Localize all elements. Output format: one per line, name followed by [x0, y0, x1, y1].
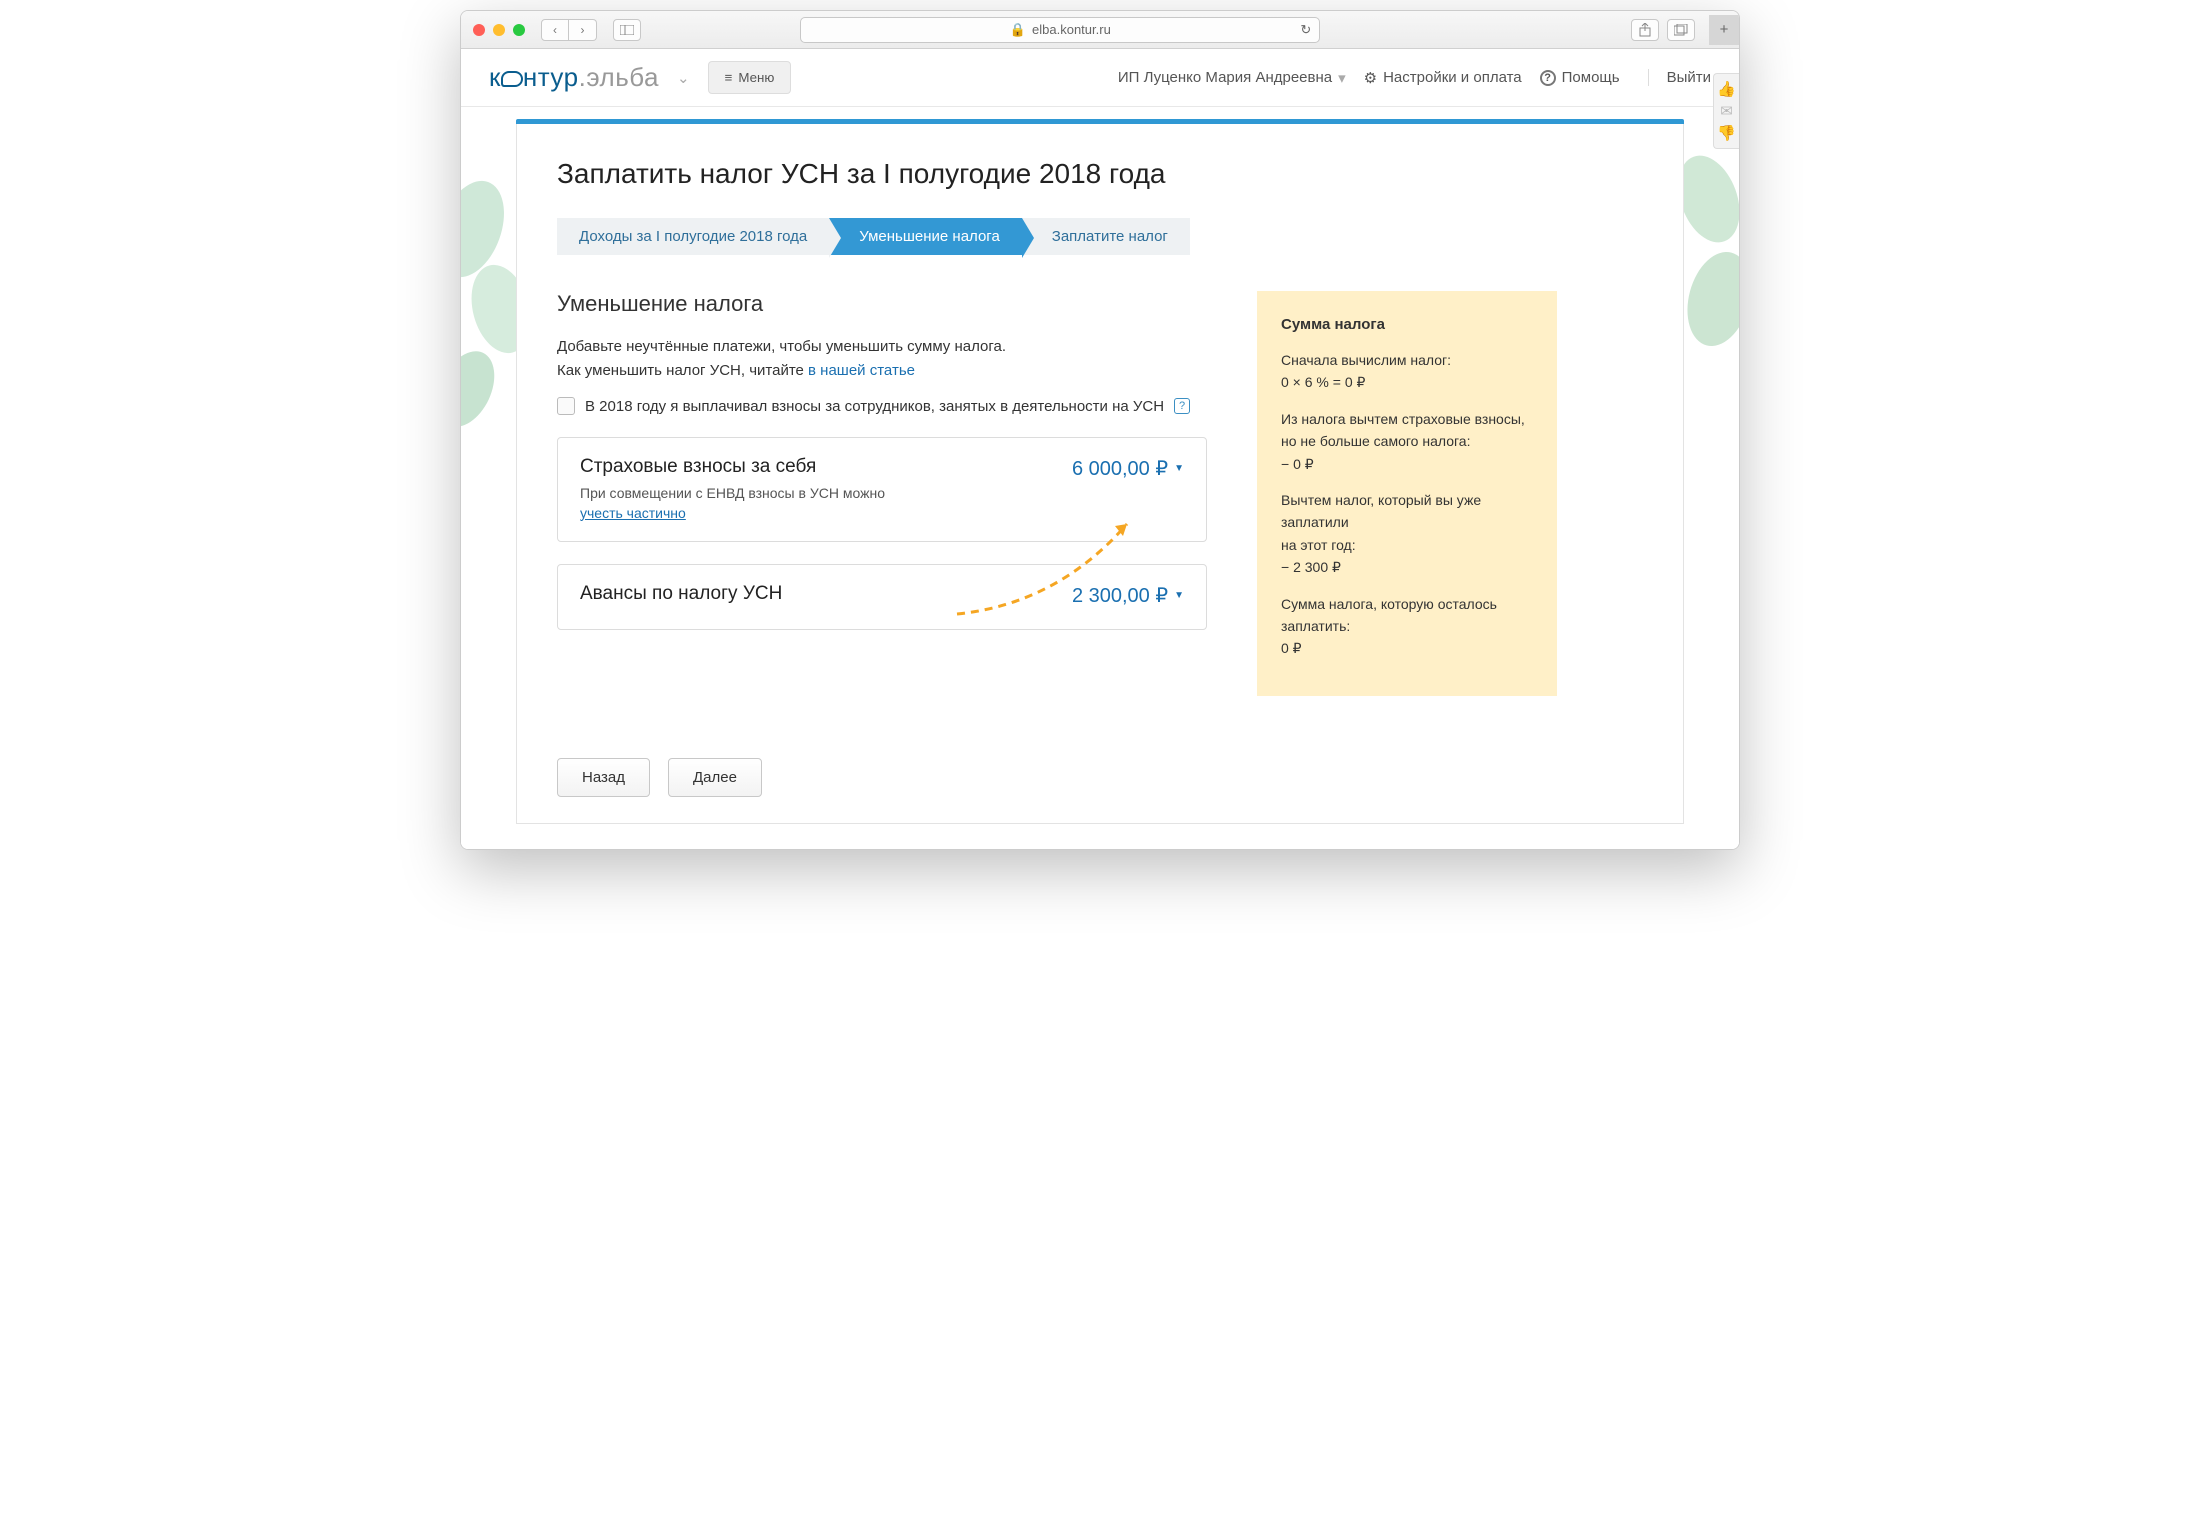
- browser-window: ‹ › 🔒 elba.kontur.ru ↻ + кнтур: [460, 10, 1740, 850]
- sidebar-toggle[interactable]: [613, 19, 641, 41]
- step-pay[interactable]: Заплатите налог: [1022, 218, 1190, 255]
- article-link[interactable]: в нашей статье: [808, 362, 915, 379]
- new-tab[interactable]: +: [1709, 15, 1739, 45]
- next-button[interactable]: Далее: [668, 758, 762, 797]
- url-text: elba.kontur.ru: [1032, 22, 1111, 37]
- partial-link[interactable]: учесть частично: [580, 505, 686, 521]
- close-window[interactable]: [473, 24, 485, 36]
- feedback-tab[interactable]: 👍 ✉ 👎: [1713, 73, 1739, 149]
- panel-insurance-sub: При совмещении с ЕНВД взносы в УСН можно…: [580, 484, 885, 523]
- chevron-down-icon: ▾: [1338, 69, 1346, 87]
- top-nav: кнтур.эльба ⌄ ≡ Меню ИП Луценко Мария Ан…: [461, 49, 1739, 107]
- checkbox[interactable]: [557, 397, 575, 415]
- panel-advance: Авансы по налогу УСН 2 300,00 ₽ ▼: [557, 564, 1207, 630]
- insurance-amount-toggle[interactable]: 6 000,00 ₽ ▼: [1072, 456, 1184, 481]
- section-heading: Уменьшение налога: [557, 291, 1207, 317]
- back-button[interactable]: Назад: [557, 758, 650, 797]
- traffic-lights: [473, 24, 525, 36]
- minimize-window[interactable]: [493, 24, 505, 36]
- nav-forward[interactable]: ›: [569, 19, 597, 41]
- wizard-steps: Доходы за I полугодие 2018 года Уменьшен…: [557, 218, 1643, 255]
- panel-insurance: Страховые взносы за себя При совмещении …: [557, 437, 1207, 542]
- help-icon: ?: [1540, 70, 1556, 86]
- share-icon[interactable]: [1631, 19, 1659, 41]
- logo-dropdown[interactable]: ⌄: [677, 69, 690, 87]
- chevron-down-icon: ▼: [1174, 463, 1184, 474]
- lock-icon: 🔒: [1010, 22, 1026, 38]
- thumbs-up-icon[interactable]: 👍: [1717, 80, 1736, 98]
- exit-link[interactable]: Выйти: [1648, 69, 1711, 86]
- help-link[interactable]: ? Помощь: [1540, 69, 1620, 86]
- gear-icon: ⚙: [1364, 69, 1377, 87]
- page-title: Заплатить налог УСН за I полугодие 2018 …: [557, 158, 1643, 190]
- cloud-icon: [501, 71, 523, 87]
- nav-back[interactable]: ‹: [541, 19, 569, 41]
- user-dropdown[interactable]: ИП Луценко Мария Андреевна ▾: [1118, 69, 1346, 87]
- help-tooltip-icon[interactable]: ?: [1174, 398, 1190, 414]
- main-card: Заплатить налог УСН за I полугодие 2018 …: [516, 124, 1684, 824]
- reload-icon[interactable]: ↻: [1300, 22, 1311, 38]
- chevron-down-icon: ▼: [1174, 590, 1184, 601]
- zoom-window[interactable]: [513, 24, 525, 36]
- logo[interactable]: кнтур.эльба: [489, 62, 659, 93]
- panel-insurance-title: Страховые взносы за себя: [580, 456, 885, 478]
- tabs-icon[interactable]: [1667, 19, 1695, 41]
- mail-icon[interactable]: ✉: [1720, 102, 1733, 120]
- hamburger-icon: ≡: [725, 70, 733, 85]
- viewport: кнтур.эльба ⌄ ≡ Меню ИП Луценко Мария Ан…: [461, 49, 1739, 849]
- thumbs-down-icon[interactable]: 👎: [1717, 124, 1736, 142]
- step-income[interactable]: Доходы за I полугодие 2018 года: [557, 218, 829, 255]
- menu-button[interactable]: ≡ Меню: [708, 61, 792, 94]
- panel-advance-title: Авансы по налогу УСН: [580, 583, 782, 605]
- checkbox-row[interactable]: В 2018 году я выплачивал взносы за сотру…: [557, 397, 1207, 415]
- step-reduce[interactable]: Уменьшение налога: [829, 218, 1022, 255]
- url-bar[interactable]: 🔒 elba.kontur.ru ↻: [800, 17, 1320, 43]
- summary-title: Сумма налога: [1281, 313, 1533, 337]
- hint-text: Добавьте неучтённые платежи, чтобы умень…: [557, 335, 1207, 383]
- titlebar: ‹ › 🔒 elba.kontur.ru ↻ +: [461, 11, 1739, 49]
- advance-amount-toggle[interactable]: 2 300,00 ₽ ▼: [1072, 583, 1184, 608]
- settings-link[interactable]: ⚙ Настройки и оплата: [1364, 69, 1522, 87]
- tax-summary-box: Сумма налога Сначала вычислим налог: 0 ×…: [1257, 291, 1557, 696]
